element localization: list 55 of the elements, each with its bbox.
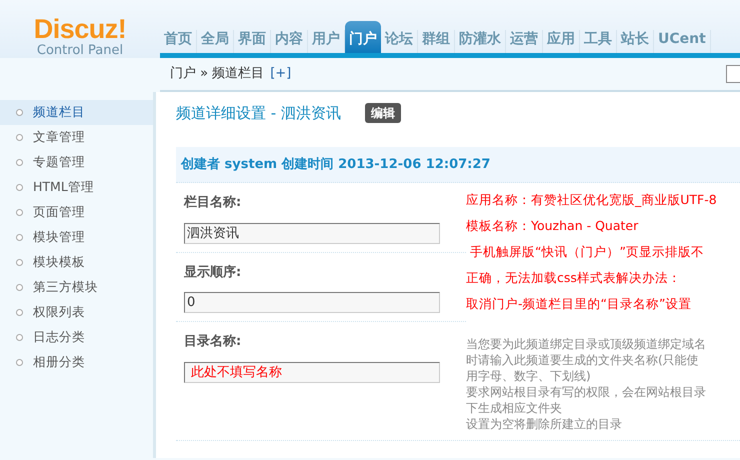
annotation-line: 应用名称：有赞社区优化宽版_商业版UTF-8 xyxy=(466,191,717,209)
sidebar-item[interactable]: 页面管理 xyxy=(0,200,153,225)
sidebar-item[interactable]: HTML管理 xyxy=(0,175,153,200)
annotation-line: 手机触屏版“快讯（门户）”页显示排版不 xyxy=(468,243,705,261)
sidebar-item[interactable]: 频道栏目 xyxy=(0,100,153,125)
bullet-icon xyxy=(16,284,23,291)
bullet-icon xyxy=(16,184,23,191)
nav-tab[interactable]: 首页 xyxy=(160,30,197,53)
bullet-icon xyxy=(16,309,23,316)
sidebar-item[interactable]: 专题管理 xyxy=(0,150,153,175)
sidebar-item[interactable]: 权限列表 xyxy=(0,300,153,325)
logo-title: Discuz! xyxy=(34,16,126,43)
bullet-icon xyxy=(16,209,23,216)
bullet-icon xyxy=(16,359,23,366)
edit-button[interactable]: 编辑 xyxy=(364,103,401,124)
sidebar-item[interactable]: 文章管理 xyxy=(0,125,153,150)
sidebar-item[interactable]: 日志分类 xyxy=(0,325,153,350)
annotation-line: 正确，无法加载css样式表解决办法： xyxy=(466,269,682,287)
nav-tab[interactable]: 站长 xyxy=(617,30,654,53)
sidebar-item[interactable]: 模块管理 xyxy=(0,225,153,250)
search-field[interactable] xyxy=(726,65,740,83)
logo-subtitle: Control Panel xyxy=(36,43,124,60)
field-label: 目录名称: xyxy=(184,333,242,351)
field-label: 栏目名称: xyxy=(184,194,242,212)
input-field[interactable]: 0 xyxy=(184,292,440,313)
bullet-icon xyxy=(16,109,23,116)
bullet-icon xyxy=(16,134,23,141)
nav-tab[interactable]: 工具 xyxy=(580,30,617,53)
nav-tab[interactable]: 论坛 xyxy=(381,30,418,53)
nav-tab[interactable]: 全局 xyxy=(197,30,234,53)
nav-tab[interactable]: 防灌水 xyxy=(455,30,506,53)
breadcrumb: 门户 » 频道栏目 xyxy=(170,65,264,84)
nav-tab[interactable]: 群组 xyxy=(418,30,455,53)
bullet-icon xyxy=(16,234,23,241)
bullet-icon xyxy=(16,259,23,266)
bullet-icon xyxy=(16,334,23,341)
annotation-line: 取消门户-频道栏目里的“目录名称”设置 xyxy=(466,295,692,313)
annotation-line: 模板名称：Youzhan - Quater xyxy=(466,217,640,235)
info-bar: 创建者 system 创建时间 2013-12-06 12:07:27 xyxy=(176,146,740,183)
field-label: 显示顺序: xyxy=(184,264,242,282)
sidebar-item[interactable]: 第三方模块 xyxy=(0,275,153,300)
nav-tab[interactable]: 门户 xyxy=(345,20,381,53)
nav-tab[interactable]: 内容 xyxy=(271,30,308,53)
sidebar-item[interactable]: 相册分类 xyxy=(0,350,153,375)
nav-tab[interactable]: 应用 xyxy=(543,30,580,53)
input-field[interactable]: 泗洪资讯 xyxy=(184,222,440,244)
bullet-icon xyxy=(16,159,23,166)
nav-tab[interactable]: UCent xyxy=(654,30,711,53)
field-hint: 当您要为此频道绑定目录或顶级频道绑定域名 时请输入此频道要生成的文件夹名称(只能使 用字母、数字、下划线) 要求网站根目录有写的权限，会在网站根目录 下生成相应文件夹 设置为空将删除所建立的目录 xyxy=(466,336,707,432)
input-field[interactable]: 此处不填写名称 xyxy=(184,362,440,382)
nav-tab[interactable]: 运营 xyxy=(506,30,543,53)
nav-tab[interactable]: 界面 xyxy=(234,30,271,53)
sidebar-item[interactable]: 模块模板 xyxy=(0,250,153,275)
add-link[interactable]: [+] xyxy=(270,64,292,84)
page-title: 频道详细设置 - 泗洪资讯 xyxy=(176,103,341,124)
